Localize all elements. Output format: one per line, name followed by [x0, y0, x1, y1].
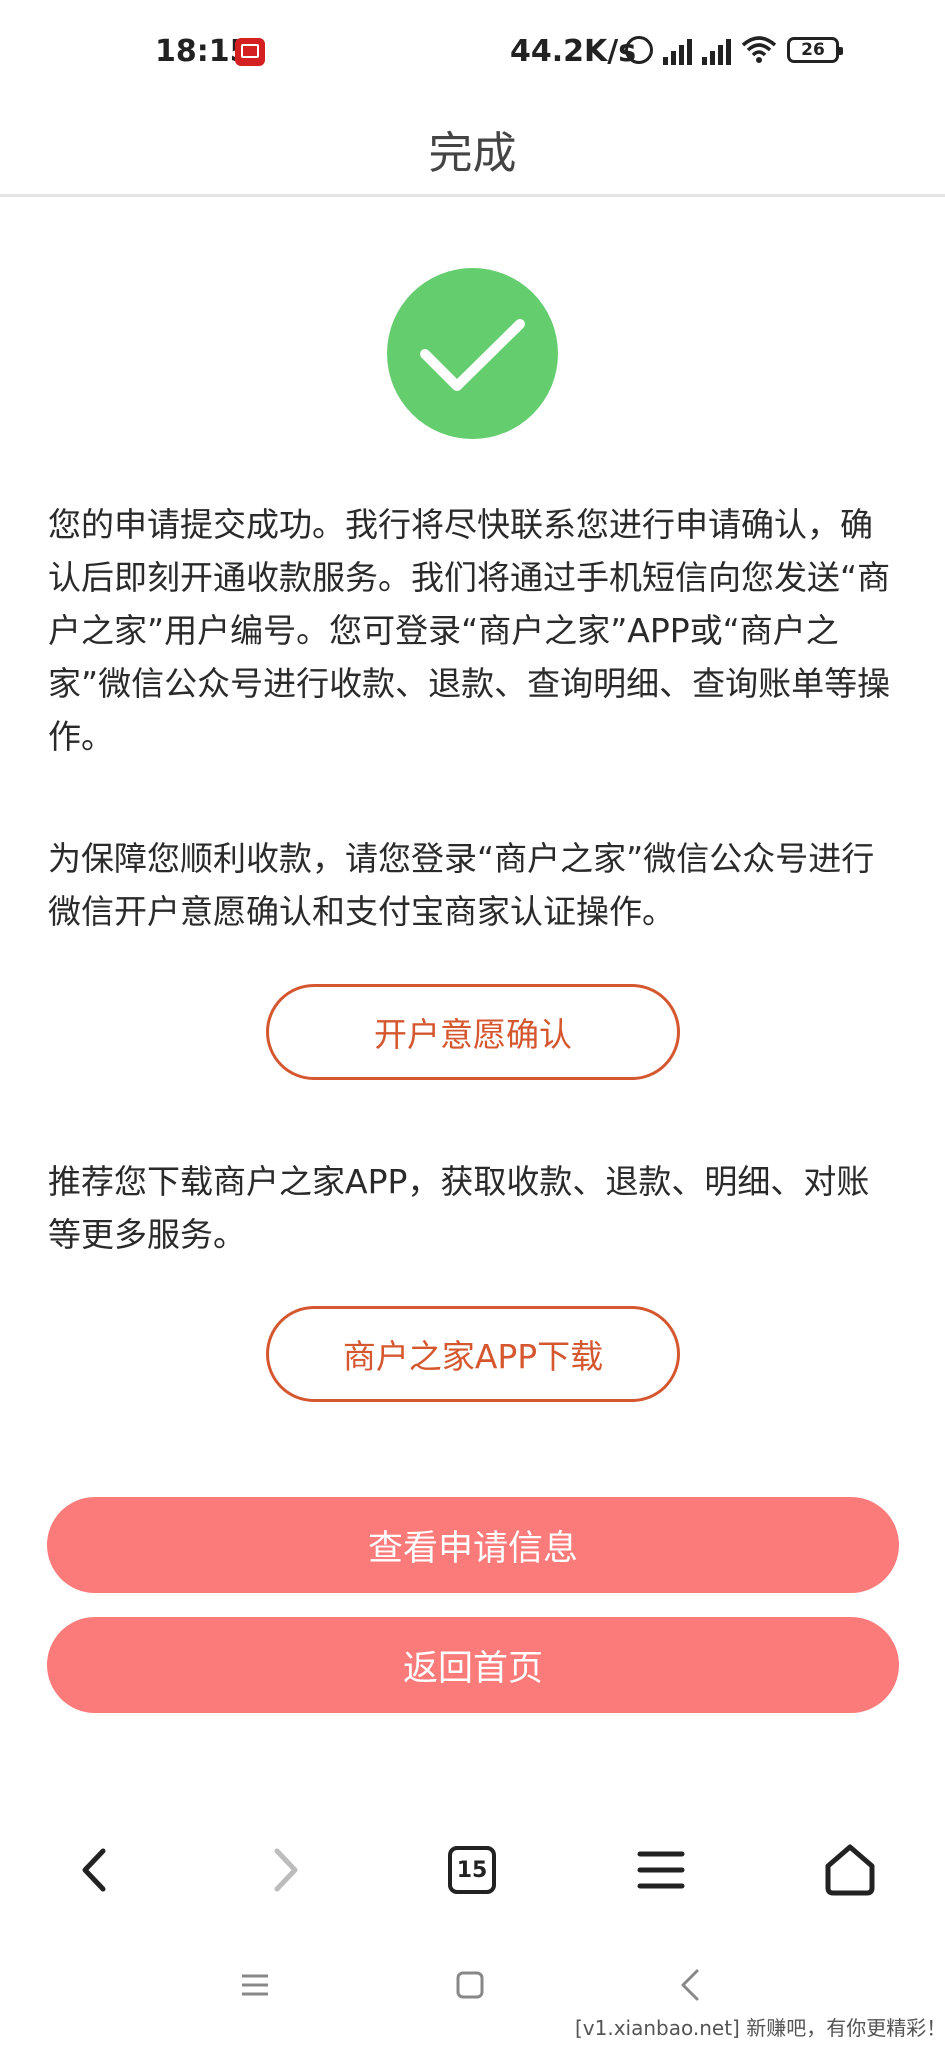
back-arrow-icon: [681, 1969, 699, 2001]
battery-level: 26: [801, 40, 825, 60]
status-icons: 26: [625, 30, 843, 70]
recents-menu-icon: [242, 1974, 268, 1996]
app-download-button[interactable]: 商户之家APP下载: [266, 1306, 680, 1402]
home-icon: [825, 1844, 875, 1896]
system-navigation-bar: [0, 1950, 945, 2020]
browser-forward-button[interactable]: [235, 1820, 335, 1920]
page-header: 完成: [0, 104, 945, 197]
account-confirmation-text: 为保障您顺利收款，请您登录“商户之家”微信公众号进行微信开户意愿确认和支付宝商家…: [48, 839, 875, 931]
browser-menu-button[interactable]: [611, 1820, 711, 1920]
view-application-button[interactable]: 查看申请信息: [47, 1497, 899, 1593]
success-check-icon: [387, 268, 558, 439]
chevron-left-icon: [82, 1848, 106, 1892]
network-speed: 44.2K/s: [510, 34, 637, 69]
app-notification-icon: [235, 38, 265, 66]
battery-icon: 26: [787, 37, 843, 63]
hamburger-menu-icon: [637, 1851, 685, 1889]
status-bar: 18:15 44.2K/s 26: [0, 0, 945, 104]
browser-back-button[interactable]: [45, 1820, 145, 1920]
app-download-recommendation-text: 推荐您下载商户之家APP，获取收款、退款、明细、对账等更多服务。: [48, 1162, 870, 1254]
system-back-button[interactable]: [655, 1950, 725, 2020]
browser-home-button[interactable]: [800, 1820, 900, 1920]
submission-success-text: 您的申请提交成功。我行将尽快联系您进行申请确认，确认后即刻开通收款服务。我们将通…: [48, 505, 891, 756]
alarm-icon: [625, 36, 653, 64]
account-intent-confirm-button[interactable]: 开户意愿确认: [266, 984, 680, 1080]
signal-hd-icon: [663, 35, 692, 65]
system-home-button[interactable]: [435, 1950, 505, 2020]
tab-count-icon: 15: [448, 1846, 496, 1894]
system-recents-button[interactable]: [220, 1950, 290, 2020]
wifi-icon: [741, 35, 777, 65]
square-home-icon: [456, 1971, 484, 1999]
return-home-button[interactable]: 返回首页: [47, 1617, 899, 1713]
signal-hd-icon: [702, 35, 731, 65]
browser-navigation-bar: 15: [0, 1820, 945, 1920]
page-title: 完成: [428, 128, 517, 179]
chevron-right-icon: [274, 1848, 298, 1892]
browser-tabs-button[interactable]: 15: [422, 1820, 522, 1920]
watermark-text: [v1.xianbao.net] 新赚吧，有你更精彩！: [575, 2016, 945, 2040]
